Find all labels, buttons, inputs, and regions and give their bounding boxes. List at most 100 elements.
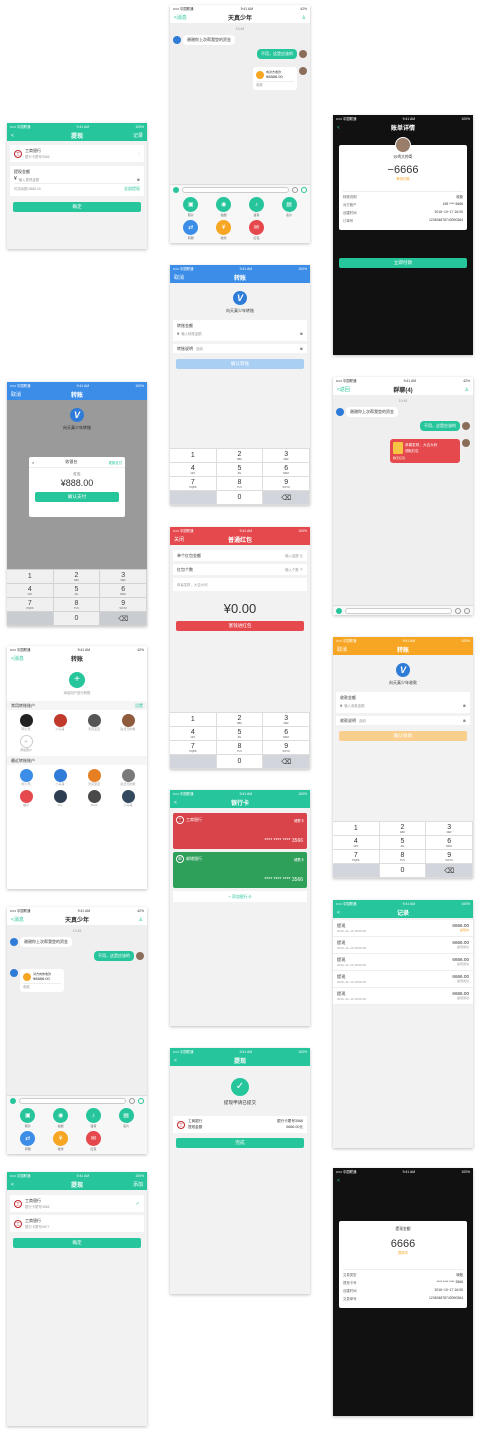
contact-item[interactable]: 猫仔 xyxy=(9,790,43,807)
emoji-icon[interactable] xyxy=(292,186,298,193)
key-5[interactable]: 5 JKL xyxy=(53,584,101,598)
back-button[interactable]: <消息 xyxy=(11,655,24,662)
contact-item[interactable]: 赵日天的象 xyxy=(111,769,145,786)
withdraw-all-link[interactable]: 全部提现 xyxy=(124,186,140,192)
key-2[interactable]: 2 ABC xyxy=(216,713,264,727)
key-5[interactable]: 5 JKL xyxy=(216,463,264,477)
key-7[interactable]: 7 PQRS xyxy=(7,598,54,612)
cancel-button[interactable]: 取消 xyxy=(11,391,21,398)
key-0[interactable]: 0 xyxy=(379,864,427,878)
payment-request-card[interactable]: 向对方收款 ¥8888.00 收款 xyxy=(253,67,297,90)
clear-icon[interactable]: ⊗ xyxy=(463,703,466,708)
red-packet-message[interactable]: 恭喜发财，大吉大利 领取红包 聊天红包 xyxy=(390,439,460,463)
add-bank-card-button[interactable]: + 添加银行卡 xyxy=(173,891,307,902)
key-6[interactable]: 6 MNO xyxy=(426,836,473,850)
key-9[interactable]: 9 WXYZ xyxy=(263,477,310,491)
key-0[interactable]: 0 xyxy=(216,491,264,505)
tile-photo[interactable]: ▣ 照片 xyxy=(13,1108,43,1128)
tile-red-packet[interactable]: ✉ 红包 xyxy=(242,220,272,240)
single-amount-input[interactable]: 单个红包金额 输入金额 元 xyxy=(173,550,307,561)
tile-receive[interactable]: ¥ 收款 xyxy=(209,220,239,240)
tile-transfer[interactable]: ⇄ 转账 xyxy=(13,1131,43,1151)
key-0[interactable]: 0 xyxy=(216,755,264,769)
note-input[interactable]: 转账说明 选填 ⊗ xyxy=(173,344,307,353)
add-account-item[interactable]: + 添加账户 xyxy=(9,735,43,752)
tile-receive[interactable]: ¥ 收款 xyxy=(46,1131,76,1151)
tile-red-packet[interactable]: ✉ 红包 xyxy=(79,1131,109,1151)
amount-input[interactable]: ¥ 输入转账金额 ⊗ xyxy=(177,329,303,338)
add-user-button[interactable]: + xyxy=(69,672,85,688)
record-row[interactable]: 提现 2016−11−10 18:00:00 6666.00 提现成功 xyxy=(333,971,473,988)
contact-item[interactable]: 阿公司 xyxy=(9,714,43,731)
key-2[interactable]: 2 ABC xyxy=(216,449,264,463)
voice-icon[interactable] xyxy=(336,607,342,614)
bank-card-psbc[interactable]: 邮邮储银行 储蓄卡 **** **** **** 3566 xyxy=(173,852,307,888)
message-input[interactable] xyxy=(19,1097,126,1104)
bank-card-icbc[interactable]: 工工商银行 储蓄卡 **** **** **** 3566 xyxy=(173,813,307,849)
pay-now-button[interactable]: 立即付款 xyxy=(339,258,467,268)
records-link[interactable]: 记录 xyxy=(133,132,143,139)
note-input[interactable]: 收款说明 选填 ⊗ xyxy=(336,716,470,725)
settings-link[interactable]: 设置 xyxy=(135,703,143,709)
tile-card[interactable]: ▤ 名片 xyxy=(274,197,304,217)
back-button[interactable]: < xyxy=(174,1058,177,1064)
contact-item[interactable]: Stark xyxy=(77,790,111,807)
backspace-key[interactable]: ⌫ xyxy=(263,755,310,769)
voice-icon[interactable] xyxy=(10,1097,16,1104)
key-7[interactable]: 7 PQRS xyxy=(170,741,217,755)
voice-icon[interactable] xyxy=(173,186,179,193)
tile-photo[interactable]: ▣ 照片 xyxy=(176,197,206,217)
confirm-button[interactable]: 确定 xyxy=(13,1238,141,1248)
backspace-key[interactable]: ⌫ xyxy=(263,491,310,505)
bank-option[interactable]: 工工商银行 银行卡尾号3566 ✓ xyxy=(10,1195,144,1212)
contact-item[interactable]: 小马哥 xyxy=(43,714,77,731)
key-7[interactable]: 7 PQRS xyxy=(333,850,380,864)
close-icon[interactable]: × xyxy=(32,460,34,465)
back-button[interactable]: < xyxy=(337,125,340,131)
count-input[interactable]: 红包个数 输入个数 个 xyxy=(173,564,307,575)
contact-item[interactable]: Lily xyxy=(43,790,77,807)
record-row[interactable]: 提现 2016−11−10 18:00:00 6666.00 提现成功 xyxy=(333,954,473,971)
close-button[interactable]: 关闭 xyxy=(174,536,184,543)
tile-camera[interactable]: ◉ 拍摄 xyxy=(46,1108,76,1128)
tile-microphone[interactable]: ♪ 语音 xyxy=(79,1108,109,1128)
key-4[interactable]: 4 GHI xyxy=(333,836,380,850)
key-9[interactable]: 9 WXYZ xyxy=(100,598,147,612)
key-1[interactable]: 1 xyxy=(170,713,217,727)
message-input[interactable] xyxy=(182,186,289,193)
cancel-button[interactable]: 取消 xyxy=(174,274,184,281)
tile-camera[interactable]: ◉ 拍摄 xyxy=(209,197,239,217)
key-8[interactable]: 8 TUV xyxy=(379,850,427,864)
key-3[interactable]: 3 DEF xyxy=(263,449,310,463)
done-button[interactable]: 完成 xyxy=(176,1138,304,1148)
profile-icon[interactable]: ♙ xyxy=(302,15,306,21)
back-button[interactable]: < xyxy=(11,1182,14,1188)
amount-input[interactable]: ¥ 输入提现金额 ⊗ xyxy=(14,175,140,184)
key-0[interactable]: 0 xyxy=(53,612,101,626)
back-button[interactable]: < xyxy=(337,910,340,916)
contact-item[interactable]: 阿公司 xyxy=(9,769,43,786)
tile-microphone[interactable]: ♪ 语音 xyxy=(242,197,272,217)
confirm-transfer-button[interactable]: 确认转账 xyxy=(176,359,304,369)
cancel-button[interactable]: 取消 xyxy=(337,646,347,653)
key-2[interactable]: 2 ABC xyxy=(53,570,101,584)
put-money-button[interactable]: 塞钱进红包 xyxy=(176,621,304,631)
back-button[interactable]: <消息 xyxy=(11,916,24,923)
payment-request-card[interactable]: 对方向你收款 ¥8888.00 收款 xyxy=(20,969,64,992)
contact-item[interactable]: 天真宝宝 xyxy=(77,769,111,786)
key-4[interactable]: 4 GHI xyxy=(170,463,217,477)
back-button[interactable]: <返回 xyxy=(337,386,350,393)
confirm-pay-button[interactable]: 确认支付 xyxy=(35,492,119,502)
emoji-icon[interactable] xyxy=(455,607,461,614)
key-5[interactable]: 5 JKL xyxy=(216,727,264,741)
key-1[interactable]: 1 xyxy=(7,570,54,584)
emoji-icon[interactable] xyxy=(129,1097,135,1104)
record-row[interactable]: 提现 2016−11−10 18:00:00 6666.00 提现成功 xyxy=(333,988,473,1005)
bank-selector[interactable]: 工 工商银行 银行卡尾号3566 › xyxy=(10,145,144,162)
key-1[interactable]: 1 xyxy=(170,449,217,463)
back-button[interactable]: < xyxy=(174,800,177,806)
key-6[interactable]: 6 MNO xyxy=(100,584,147,598)
key-5[interactable]: 5 JKL xyxy=(379,836,427,850)
key-3[interactable]: 3 DEF xyxy=(426,822,473,836)
back-button[interactable]: < xyxy=(337,1178,340,1184)
